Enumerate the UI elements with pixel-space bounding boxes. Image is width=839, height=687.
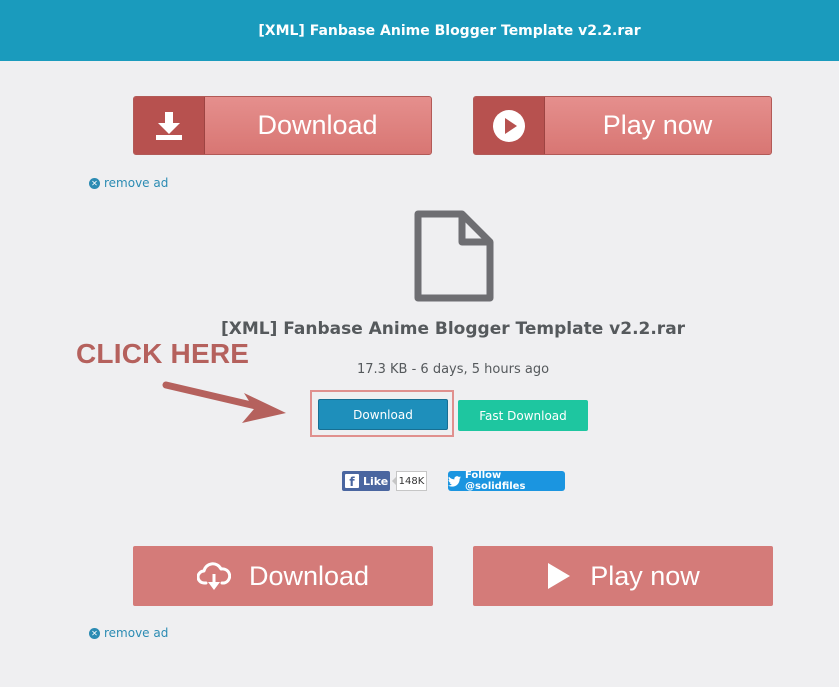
facebook-icon: f (345, 474, 359, 488)
ad-play-button-bottom[interactable]: Play now (473, 546, 773, 606)
top-bar: [XML] Fanbase Anime Blogger Template v2.… (0, 0, 839, 61)
fast-download-button[interactable]: Fast Download (458, 400, 588, 431)
page-title: [XML] Fanbase Anime Blogger Template v2.… (258, 22, 641, 39)
like-label: Like (363, 474, 389, 488)
ad-download-label: Download (257, 110, 378, 140)
file-name: [XML] Fanbase Anime Blogger Template v2.… (220, 319, 686, 339)
play-circle-icon (474, 97, 545, 154)
facebook-like-button[interactable]: f Like (342, 471, 390, 491)
remove-ad-label: remove ad (104, 176, 169, 190)
ad-download-label-bottom: Download (248, 560, 370, 591)
ad-download-button[interactable]: Download (133, 96, 432, 155)
play-icon (546, 561, 572, 591)
remove-ad-link-top[interactable]: ✕ remove ad (89, 176, 168, 190)
file-icon (414, 210, 494, 306)
click-here-annotation: CLICK HERE (76, 338, 250, 369)
download-icon (134, 97, 205, 154)
ad-play-button[interactable]: Play now (473, 96, 772, 155)
ad-play-label: Play now (602, 110, 713, 140)
ad-download-button-bottom[interactable]: Download (133, 546, 433, 606)
twitter-follow-button[interactable]: Follow @solidfiles (448, 470, 565, 492)
like-count: 148K (392, 471, 427, 491)
cloud-download-icon (196, 561, 231, 591)
ad-play-label-bottom: Play now (590, 560, 700, 591)
close-circle-icon: ✕ (89, 627, 100, 639)
arrow-icon (160, 375, 290, 431)
download-button[interactable]: Download (318, 399, 448, 430)
remove-ad-label-bottom: remove ad (104, 626, 169, 640)
remove-ad-link-bottom[interactable]: ✕ remove ad (89, 626, 168, 640)
twitter-bird-icon (448, 475, 461, 487)
close-circle-icon: ✕ (89, 177, 100, 189)
follow-label: Follow @solidfiles (465, 470, 526, 492)
